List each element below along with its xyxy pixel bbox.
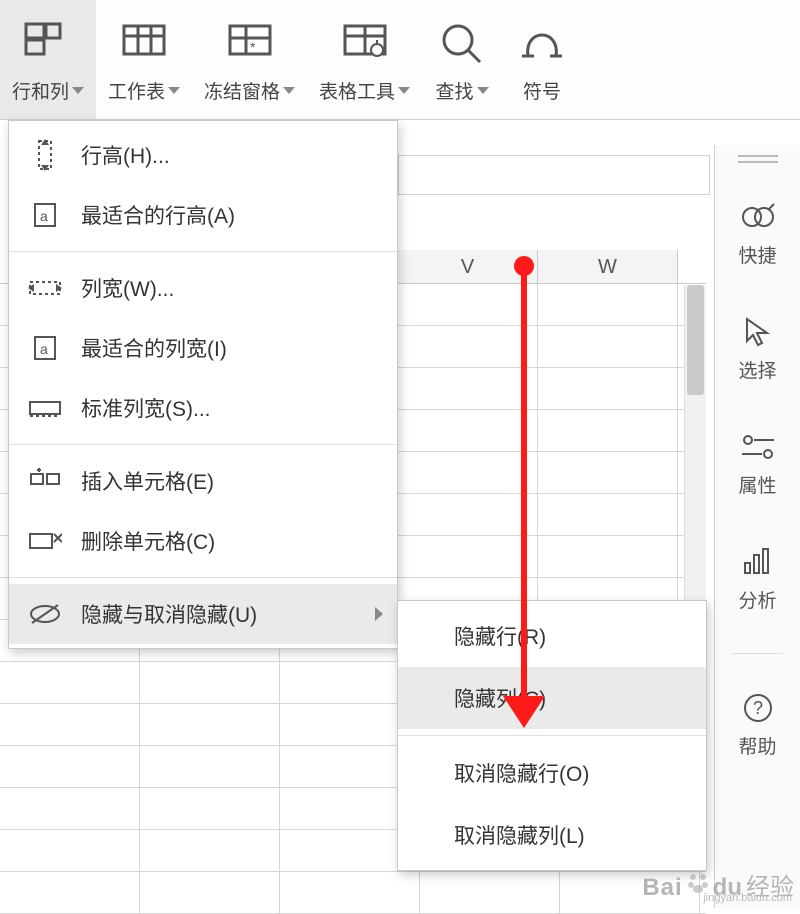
menu-hide-unhide[interactable]: 隐藏与取消隐藏(U)	[9, 584, 397, 644]
svg-text:*: *	[250, 39, 256, 55]
freeze-panes-button[interactable]: * 冻结窗格	[192, 0, 307, 119]
side-separator	[732, 653, 783, 654]
menu-separator	[9, 444, 397, 445]
help-icon: ?	[715, 690, 800, 726]
side-properties-label: 属性	[738, 476, 776, 497]
menu-separator	[9, 251, 397, 252]
chevron-down-icon	[168, 87, 180, 94]
menu-hide-unhide-label: 隐藏与取消隐藏(U)	[81, 599, 357, 629]
watermark-url: jingyan.baidu.com	[703, 893, 792, 904]
rows-cols-button[interactable]: 行和列	[0, 0, 96, 119]
shortcut-icon	[715, 199, 800, 235]
std-col-width-icon	[27, 390, 63, 426]
worksheet-icon	[116, 17, 172, 67]
menu-insert-cells[interactable]: 插入单元格(E)	[9, 451, 397, 511]
table-tools-button[interactable]: 表格工具	[307, 0, 422, 119]
symbol-button[interactable]: 符号	[502, 0, 570, 119]
svg-text:?: ?	[753, 698, 763, 718]
autofit-row-icon: a	[27, 197, 63, 233]
rows-cols-label: 行和列	[12, 77, 69, 104]
menu-separator	[9, 577, 397, 578]
search-icon	[434, 17, 490, 67]
menu-autofit-col[interactable]: a 最适合的列宽(I)	[9, 318, 397, 378]
chevron-right-icon	[375, 607, 383, 621]
menu-std-col-width[interactable]: 标准列宽(S)...	[9, 378, 397, 438]
freeze-panes-icon: *	[222, 17, 278, 67]
menu-autofit-row[interactable]: a 最适合的行高(A)	[9, 185, 397, 245]
menu-row-height-label: 行高(H)...	[81, 140, 383, 170]
chevron-down-icon	[283, 87, 295, 94]
submenu-unhide-rows[interactable]: 取消隐藏行(O)	[398, 742, 706, 804]
menu-row-height[interactable]: 行高(H)...	[9, 125, 397, 185]
side-analyze-label: 分析	[738, 591, 776, 612]
menu-separator	[398, 735, 706, 736]
select-icon	[715, 314, 800, 350]
symbol-label: 符号	[523, 77, 561, 104]
ribbon-toolbar: 行和列 工作表 *	[0, 0, 800, 120]
menu-insert-cells-label: 插入单元格(E)	[81, 466, 383, 496]
menu-col-width[interactable]: 列宽(W)...	[9, 258, 397, 318]
formula-bar[interactable]	[398, 155, 710, 195]
submenu-hide-rows[interactable]: 隐藏行(R)	[398, 605, 706, 667]
side-shortcut[interactable]: 快捷	[715, 193, 800, 278]
hide-unhide-submenu: 隐藏行(R) 隐藏列(C) 取消隐藏行(O) 取消隐藏列(L)	[397, 600, 707, 871]
find-button[interactable]: 查找	[422, 0, 502, 119]
col-width-icon	[27, 270, 63, 306]
submenu-hide-rows-label: 隐藏行(R)	[454, 621, 546, 651]
side-help-label: 帮助	[738, 737, 776, 758]
submenu-hide-cols[interactable]: 隐藏列(C)	[398, 667, 706, 729]
menu-autofit-col-label: 最适合的列宽(I)	[81, 333, 383, 363]
hide-unhide-icon	[27, 596, 63, 632]
side-shortcut-label: 快捷	[738, 246, 776, 267]
table-tools-icon	[337, 17, 393, 67]
side-analyze[interactable]: 分析	[715, 538, 800, 623]
menu-delete-cells-label: 删除单元格(C)	[81, 526, 383, 556]
side-help[interactable]: ? 帮助	[715, 684, 800, 769]
column-header-w[interactable]: W	[538, 250, 678, 283]
svg-text:a: a	[40, 208, 48, 224]
side-properties[interactable]: 属性	[715, 423, 800, 508]
worksheet-label: 工作表	[108, 77, 165, 104]
watermark: Bai du 经验 jingyan.baidu.com	[642, 867, 794, 902]
annotation-arrow	[521, 260, 527, 700]
table-tools-label: 表格工具	[319, 77, 395, 104]
symbol-icon	[514, 17, 570, 67]
freeze-panes-label: 冻结窗格	[204, 77, 280, 104]
side-panel: 快捷 选择 属性 分析 ? 帮助	[714, 145, 800, 908]
svg-text:a: a	[40, 341, 48, 357]
rows-cols-icon	[20, 17, 76, 67]
menu-col-width-label: 列宽(W)...	[81, 273, 383, 303]
side-select[interactable]: 选择	[715, 308, 800, 393]
row-height-icon	[27, 137, 63, 173]
chevron-down-icon	[398, 87, 410, 94]
autofit-col-icon: a	[27, 330, 63, 366]
scrollbar-thumb[interactable]	[687, 285, 704, 395]
chevron-down-icon	[72, 87, 84, 94]
worksheet-button[interactable]: 工作表	[96, 0, 192, 119]
submenu-unhide-rows-label: 取消隐藏行(O)	[454, 758, 589, 788]
menu-autofit-row-label: 最适合的行高(A)	[81, 200, 383, 230]
delete-cells-icon	[27, 523, 63, 559]
find-label: 查找	[436, 77, 474, 104]
side-select-label: 选择	[738, 361, 776, 382]
analyze-icon	[715, 544, 800, 580]
submenu-unhide-cols[interactable]: 取消隐藏列(L)	[398, 804, 706, 866]
panel-handle-icon[interactable]	[738, 155, 778, 163]
chevron-down-icon	[477, 87, 489, 94]
properties-icon	[715, 429, 800, 465]
menu-std-col-width-label: 标准列宽(S)...	[81, 393, 383, 423]
menu-delete-cells[interactable]: 删除单元格(C)	[9, 511, 397, 571]
submenu-unhide-cols-label: 取消隐藏列(L)	[454, 820, 585, 850]
rows-cols-menu: 行高(H)... a 最适合的行高(A) 列宽(W)... a 最适合的列宽(I…	[8, 120, 398, 649]
insert-cells-icon	[27, 463, 63, 499]
